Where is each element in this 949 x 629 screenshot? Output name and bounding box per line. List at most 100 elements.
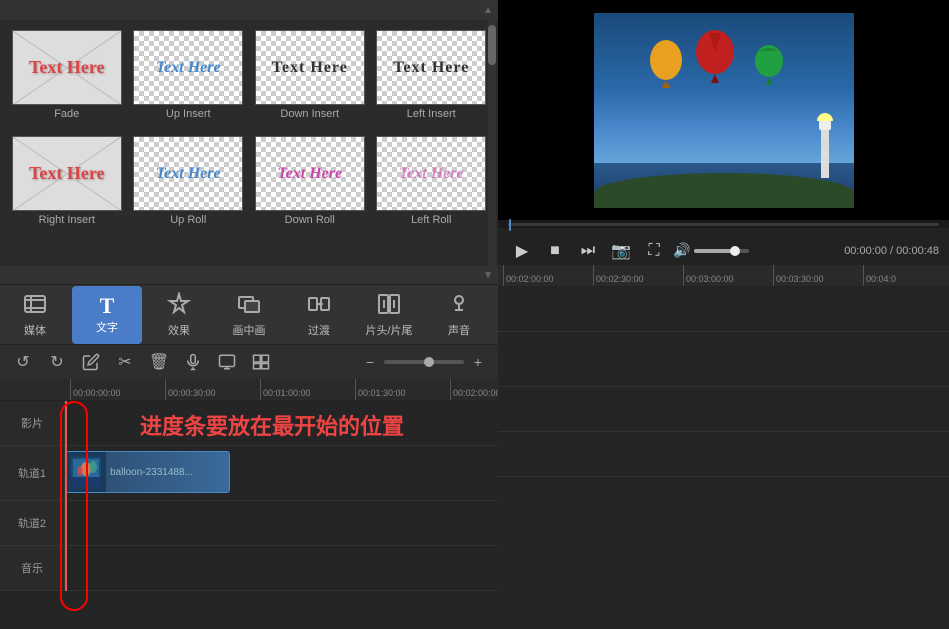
toolbar-media[interactable]: 媒体: [0, 286, 70, 344]
film-track-content[interactable]: 进度条要放在最开始的位置: [65, 401, 498, 445]
preview-video: [594, 13, 854, 208]
template-down-roll-label: Down Roll: [285, 214, 335, 226]
toolbar-text[interactable]: T 文字: [72, 286, 142, 344]
zoom-slider-thumb[interactable]: [424, 357, 434, 367]
template-left-insert[interactable]: Text Here Left Insert: [375, 30, 489, 120]
layout-button[interactable]: [248, 349, 274, 375]
right-ruler-mark-3: 00:03:30:00: [773, 265, 863, 286]
right-film-track[interactable]: [498, 287, 949, 332]
right-track-1[interactable]: [498, 332, 949, 387]
media-icon: [23, 292, 47, 320]
progress-bar-area: [498, 220, 949, 228]
scroll-up-icon[interactable]: ▲: [483, 5, 493, 16]
template-up-insert-text: Text Here: [156, 59, 221, 77]
template-fade-label: Fade: [54, 108, 79, 120]
edit-button[interactable]: [78, 349, 104, 375]
toolbar-transition-label: 过渡: [308, 322, 330, 338]
template-right-insert[interactable]: Text Here Right Insert: [10, 136, 124, 226]
track-1-label: 轨道1: [0, 446, 65, 500]
cut-button[interactable]: ✂: [112, 349, 138, 375]
ruler-mark-3: 00:01:30:00: [355, 379, 450, 400]
volume-icon[interactable]: 🔊: [673, 242, 690, 259]
templates-wrapper: Text Here Fade Text Here Up Insert Text …: [0, 20, 498, 266]
bottom-scroll-bar: ▼: [0, 266, 498, 284]
template-down-roll-thumb[interactable]: Text Here: [255, 136, 365, 211]
lighthouse-light: [817, 113, 833, 121]
toolbar-effects-label: 效果: [168, 322, 190, 338]
music-track: 音乐: [0, 546, 498, 591]
template-up-insert[interactable]: Text Here Up Insert: [132, 30, 246, 120]
film-track: 影片 进度条要放在最开始的位置: [0, 401, 498, 446]
template-left-roll[interactable]: Text Here Left Roll: [375, 136, 489, 226]
progress-bar[interactable]: [508, 223, 939, 226]
volume-thumb[interactable]: [730, 246, 740, 256]
left-panel: ▲ Text Here Fade Text Here Up: [0, 0, 498, 629]
zoom-control: − +: [360, 352, 488, 372]
balloon-left: [649, 38, 684, 93]
progress-indicator: [509, 219, 511, 231]
right-music-track[interactable]: [498, 432, 949, 477]
zoom-plus-button[interactable]: +: [468, 352, 488, 372]
action-bar: ↺ ↻ ✂ 🗑: [0, 344, 498, 379]
template-down-insert-thumb[interactable]: Text Here: [255, 30, 365, 105]
template-left-roll-thumb[interactable]: Text Here: [376, 136, 486, 211]
toolbar-effects[interactable]: 效果: [144, 286, 214, 344]
template-up-roll-text: Text Here: [156, 165, 221, 183]
right-ruler-mark-2: 00:03:00:00: [683, 265, 773, 286]
toolbar-audio[interactable]: 声音: [424, 286, 494, 344]
toolbar-transition[interactable]: 过渡: [284, 286, 354, 344]
template-down-roll-text: Text Here: [277, 165, 342, 183]
template-right-insert-thumb[interactable]: Text Here: [12, 136, 122, 211]
toolbar-titles-label: 片头/片尾: [365, 322, 412, 338]
stop-button[interactable]: ■: [541, 237, 569, 265]
annotation-text: 进度条要放在最开始的位置: [140, 409, 404, 441]
toolbar-overlay[interactable]: 画中画: [214, 286, 284, 344]
scroll-down-icon[interactable]: ▼: [483, 270, 493, 281]
template-left-insert-label: Left Insert: [407, 108, 456, 120]
titles-icon: [377, 292, 401, 320]
track-1-content[interactable]: balloon-2331488...: [65, 446, 498, 500]
template-down-insert[interactable]: Text Here Down Insert: [253, 30, 367, 120]
screen-record-button[interactable]: [214, 349, 240, 375]
right-panel: ▶ ■ ⏭ 📷 ⛶ 🔊 00:00:00 / 00:00:48 导出: [498, 0, 949, 629]
right-ruler-marks: 00:02:00:00 00:02:30:00 00:03:00:00 00:0…: [498, 265, 913, 286]
template-right-insert-text: Text Here: [29, 163, 104, 184]
step-forward-button[interactable]: ⏭: [574, 237, 602, 265]
template-up-roll[interactable]: Text Here Up Roll: [132, 136, 246, 226]
toolbar-audio-label: 声音: [448, 322, 470, 338]
play-button[interactable]: ▶: [508, 237, 536, 265]
template-fade[interactable]: Text Here Fade: [10, 30, 124, 120]
video-clip-name: balloon-2331488...: [106, 467, 197, 478]
zoom-minus-button[interactable]: −: [360, 352, 380, 372]
right-track-2[interactable]: [498, 387, 949, 432]
templates-scrollbar[interactable]: [488, 20, 496, 266]
time-display: 00:00:00 / 00:00:48: [844, 245, 939, 257]
volume-slider[interactable]: [694, 249, 749, 253]
template-up-roll-thumb[interactable]: Text Here: [133, 136, 243, 211]
land: [594, 173, 854, 208]
fullscreen-button[interactable]: ⛶: [640, 237, 668, 265]
volume-control: 🔊: [673, 242, 749, 259]
video-clip-thumbnail: [66, 452, 106, 492]
toolbar-titles[interactable]: 片头/片尾: [354, 286, 424, 344]
scrollbar-thumb[interactable]: [488, 25, 496, 65]
lighthouse: [821, 128, 829, 178]
templates-row-1: Text Here Fade Text Here Up Insert Text …: [10, 30, 488, 226]
zoom-slider[interactable]: [384, 360, 464, 364]
template-down-roll[interactable]: Text Here Down Roll: [253, 136, 367, 226]
mic-button[interactable]: [180, 349, 206, 375]
top-scroll-bar: ▲: [0, 0, 498, 20]
volume-fill: [694, 249, 733, 253]
video-clip[interactable]: balloon-2331488...: [65, 451, 230, 493]
template-fade-thumb[interactable]: Text Here: [12, 30, 122, 105]
film-track-label: 影片: [0, 401, 65, 445]
template-left-insert-thumb[interactable]: Text Here: [376, 30, 486, 105]
undo-button[interactable]: ↺: [10, 349, 36, 375]
template-up-insert-thumb[interactable]: Text Here: [133, 30, 243, 105]
delete-button[interactable]: 🗑: [146, 349, 172, 375]
redo-button[interactable]: ↻: [44, 349, 70, 375]
screenshot-button[interactable]: 📷: [607, 237, 635, 265]
music-track-content[interactable]: [65, 546, 498, 590]
track-2-content[interactable]: [65, 501, 498, 545]
timeline-track-area: 影片 进度条要放在最开始的位置 轨道1: [0, 401, 498, 591]
